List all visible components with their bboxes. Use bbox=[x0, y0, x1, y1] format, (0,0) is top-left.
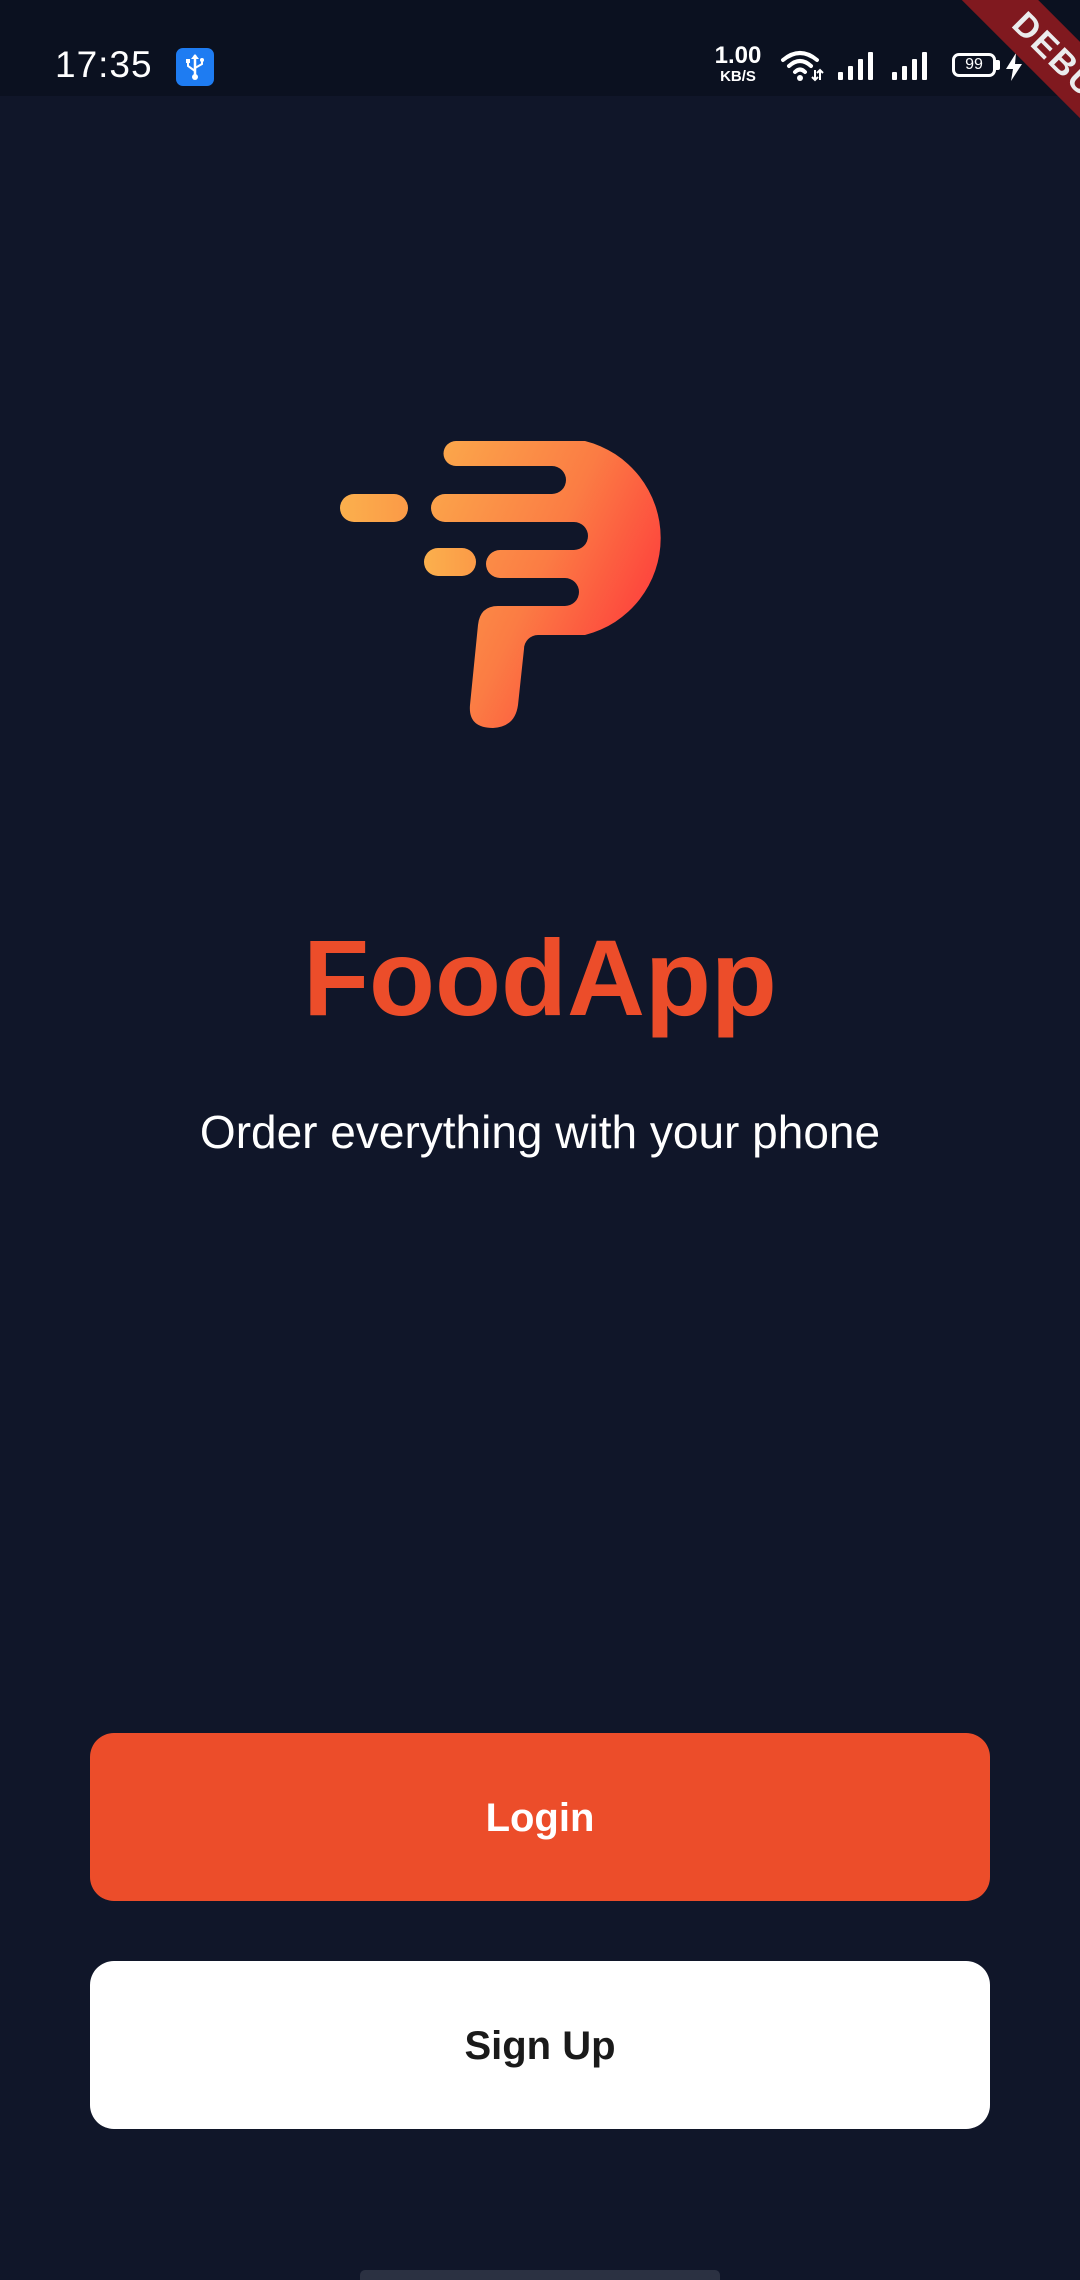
app-subtitle: Order everything with your phone bbox=[199, 1106, 881, 1158]
login-button[interactable]: Login bbox=[90, 1733, 990, 1901]
wifi-icon bbox=[781, 51, 824, 82]
signal-icon bbox=[838, 52, 873, 80]
battery-icon: 99 bbox=[952, 53, 996, 77]
signal-icon bbox=[892, 52, 927, 80]
battery-level: 99 bbox=[965, 56, 983, 73]
network-speed-unit: KB/S bbox=[720, 68, 756, 85]
usb-icon bbox=[176, 48, 214, 86]
home-indicator[interactable] bbox=[360, 2270, 720, 2280]
network-speed-value: 1.00 bbox=[714, 42, 762, 69]
status-time: 17:35 bbox=[55, 44, 153, 85]
network-speed: 1.00 KB/S bbox=[712, 42, 764, 85]
app-logo bbox=[340, 441, 661, 728]
signup-button[interactable]: Sign Up bbox=[90, 1961, 990, 2129]
app-title: FoodApp bbox=[303, 917, 777, 1038]
status-bar: 17:35 1.00 KB/S 99 bbox=[0, 0, 1080, 96]
welcome-screen: 17:35 1.00 KB/S 99 DEBUG FoodApp Order e… bbox=[0, 0, 1080, 2280]
battery-tip bbox=[996, 60, 1000, 70]
